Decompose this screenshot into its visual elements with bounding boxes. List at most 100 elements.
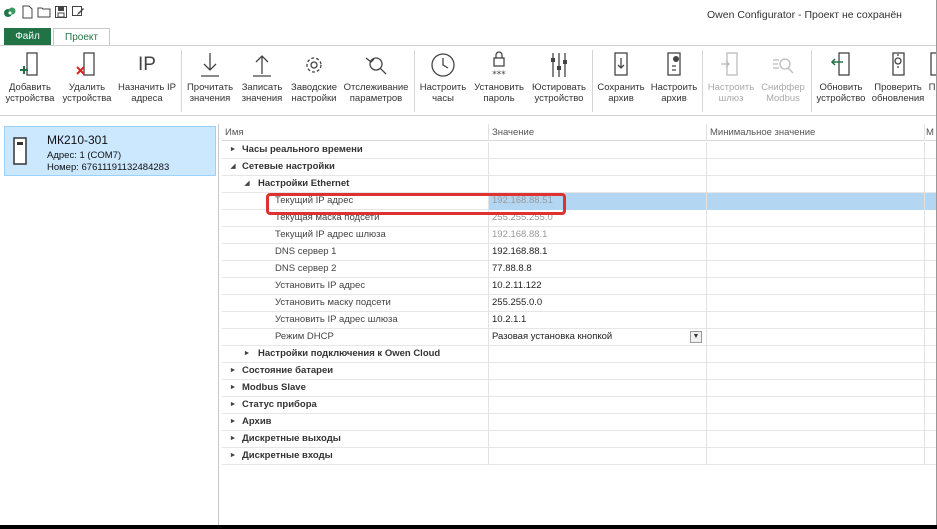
ribbon-tabs: Файл Проект xyxy=(0,28,936,45)
save-archive-button[interactable]: Сохранить архив xyxy=(595,46,647,116)
save-archive-icon xyxy=(614,52,628,76)
dhcp-mode-select[interactable]: Разовая установка кнопкой ▼ xyxy=(489,329,707,346)
update-device-button[interactable]: Обновить устройство xyxy=(813,46,869,116)
set-password-button[interactable]: *** Установить пароль xyxy=(470,46,528,116)
current-ip-value: 192.168.88.51 xyxy=(489,193,707,210)
table-row[interactable]: ► Статус прибора xyxy=(222,397,936,414)
expand-arrow-icon[interactable]: ► xyxy=(228,397,238,413)
write-values-icon xyxy=(253,55,271,77)
save-as-icon[interactable] xyxy=(71,5,85,19)
remove-device-icon xyxy=(76,52,95,76)
grid-header: Имя Значение Минимальное значение М xyxy=(222,124,936,141)
remove-devices-button[interactable]: Удалить устройства xyxy=(59,46,115,116)
open-folder-icon[interactable] xyxy=(37,5,51,19)
configure-archive-button[interactable]: Настроить архив xyxy=(648,46,700,116)
table-row[interactable]: ► Дискретные входы xyxy=(222,448,936,465)
editable-value[interactable]: 10.2.1.1 xyxy=(489,312,707,329)
tab-file[interactable]: Файл xyxy=(4,28,51,45)
check-updates-button[interactable]: Проверить обновления xyxy=(869,46,927,116)
title-bar: Owen Configurator - Проект не сохранён xyxy=(0,0,936,26)
table-row[interactable]: ► Архив xyxy=(222,414,936,431)
more-ribbon-button[interactable]: П xyxy=(927,46,936,116)
archive-settings-icon xyxy=(667,52,681,76)
window-title: Owen Configurator - Проект не сохранён xyxy=(707,9,902,21)
parameter-grid: Имя Значение Минимальное значение М ► Час… xyxy=(222,124,936,525)
tab-project[interactable]: Проект xyxy=(53,28,110,45)
device-item[interactable]: МК210-301 Адрес: 1 (COM7) Номер: 6761119… xyxy=(4,126,216,176)
check-updates-icon xyxy=(892,52,905,76)
editable-value[interactable]: 192.168.88.1 xyxy=(489,244,707,261)
ribbon: Добавить устройства Удалить устройства I… xyxy=(0,45,936,116)
configure-gateway-button[interactable]: Настроить шлюз xyxy=(705,46,757,116)
editable-value[interactable]: 10.2.11.122 xyxy=(489,278,707,295)
editable-value[interactable]: 77.88.8.8 xyxy=(489,261,707,278)
table-row[interactable]: ◢ Сетевые настройки xyxy=(222,159,936,176)
ribbon-separator xyxy=(811,50,812,112)
expand-arrow-icon[interactable]: ► xyxy=(228,363,238,379)
ribbon-separator xyxy=(702,50,703,112)
lock-icon: *** xyxy=(492,51,506,80)
column-header-name[interactable]: Имя xyxy=(222,124,489,141)
editable-value[interactable]: 255.255.0.0 xyxy=(489,295,707,312)
assign-ip-button[interactable]: IP Назначить IP адреса xyxy=(115,46,179,116)
expand-arrow-icon[interactable]: ► xyxy=(228,414,238,430)
clock-icon xyxy=(431,53,455,77)
chevron-down-icon[interactable]: ▼ xyxy=(690,331,702,343)
factory-settings-button[interactable]: Заводские настройки xyxy=(288,46,340,116)
ip-icon: IP xyxy=(138,54,156,75)
add-device-icon xyxy=(20,52,38,76)
device-number: Номер: 67611191132484283 xyxy=(47,162,170,173)
gear-icon xyxy=(306,57,322,73)
table-row[interactable]: ◢ Настройки Ethernet xyxy=(222,176,936,193)
device-icon xyxy=(13,137,27,165)
column-header-max[interactable]: М xyxy=(925,124,936,141)
read-values-icon xyxy=(201,53,219,77)
column-header-value[interactable]: Значение xyxy=(489,124,707,141)
track-params-button[interactable]: Отслеживание параметров xyxy=(340,46,412,116)
expand-arrow-icon[interactable]: ► xyxy=(228,448,238,464)
collapse-arrow-icon[interactable]: ◢ xyxy=(228,159,238,175)
expand-arrow-icon[interactable]: ► xyxy=(242,346,252,362)
read-values-button[interactable]: Прочитать значения xyxy=(184,46,236,116)
magnifier-icon xyxy=(365,57,387,75)
more-icon xyxy=(930,52,936,76)
table-row[interactable]: Режим DHCP Разовая установка кнопкой ▼ xyxy=(222,329,936,346)
svg-text:***: *** xyxy=(492,70,506,80)
calibrate-device-button[interactable]: Юстировать устройство xyxy=(528,46,590,116)
device-list-panel: МК210-301 Адрес: 1 (COM7) Номер: 6761119… xyxy=(0,124,219,525)
ribbon-separator xyxy=(414,50,415,112)
ribbon-separator xyxy=(592,50,593,112)
write-values-button[interactable]: Записать значения xyxy=(237,46,287,116)
modbus-sniffer-button[interactable]: Сниффер Modbus xyxy=(757,46,809,116)
device-name: МК210-301 xyxy=(47,133,109,147)
sniffer-icon xyxy=(773,58,794,74)
expand-arrow-icon[interactable]: ► xyxy=(228,142,238,158)
column-header-min[interactable]: Минимальное значение xyxy=(707,124,925,141)
add-devices-button[interactable]: Добавить устройства xyxy=(1,46,59,116)
expand-arrow-icon[interactable]: ► xyxy=(228,431,238,447)
ribbon-separator xyxy=(181,50,182,112)
app-logo-icon xyxy=(3,5,17,19)
table-row-selected[interactable]: Текущий IP адрес 192.168.88.51 xyxy=(222,193,936,210)
device-address: Адрес: 1 (COM7) xyxy=(47,150,122,161)
table-row[interactable]: Текущая маска подсети 255.255.255.0 xyxy=(222,210,936,227)
table-row[interactable]: Установить маску подсети 255.255.0.0 xyxy=(222,295,936,312)
table-row[interactable]: Установить IP адрес шлюза 10.2.1.1 xyxy=(222,312,936,329)
table-row[interactable]: DNS сервер 2 77.88.8.8 xyxy=(222,261,936,278)
table-row[interactable]: ► Дискретные выходы xyxy=(222,431,936,448)
new-file-icon[interactable] xyxy=(20,5,34,19)
collapse-arrow-icon[interactable]: ◢ xyxy=(242,176,252,192)
table-row[interactable]: Текущий IP адрес шлюза 192.168.88.1 xyxy=(222,227,936,244)
save-icon[interactable] xyxy=(54,5,68,19)
update-device-icon xyxy=(830,52,850,76)
table-row[interactable]: ► Настройки подключения к Owen Cloud xyxy=(222,346,936,363)
table-row[interactable]: DNS сервер 1 192.168.88.1 xyxy=(222,244,936,261)
gateway-icon xyxy=(721,52,738,76)
table-row[interactable]: ► Состояние батареи xyxy=(222,363,936,380)
table-row[interactable]: ► Modbus Slave xyxy=(222,380,936,397)
sliders-icon xyxy=(551,53,567,77)
table-row[interactable]: ► Часы реального времени xyxy=(222,142,936,159)
table-row[interactable]: Установить IP адрес 10.2.11.122 xyxy=(222,278,936,295)
set-clock-button[interactable]: Настроить часы xyxy=(417,46,469,116)
expand-arrow-icon[interactable]: ► xyxy=(228,380,238,396)
